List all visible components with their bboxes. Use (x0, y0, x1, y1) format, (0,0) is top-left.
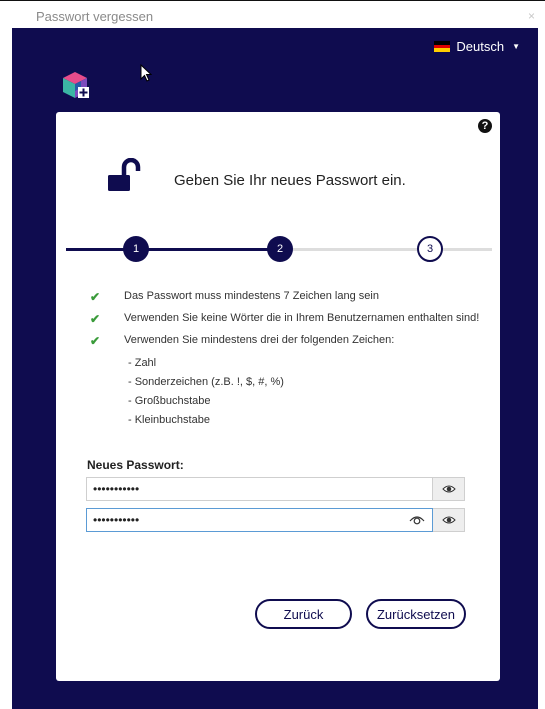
window-title: Passwort vergessen (36, 9, 154, 24)
char-type-item: - Zahl (128, 357, 157, 369)
close-icon[interactable]: × (528, 9, 535, 23)
requirement-text: Das Passwort muss mindestens 7 Zeichen l… (124, 290, 379, 302)
reveal-eye-icon[interactable] (409, 513, 425, 525)
step-3: 3 (417, 236, 443, 262)
char-type-item: - Großbuchstabe (128, 395, 211, 407)
chevron-down-icon: ▼ (512, 42, 520, 51)
lock-open-icon (108, 158, 141, 191)
language-selector[interactable]: Deutsch ▼ (434, 39, 520, 54)
requirement-item: ✔ Verwenden Sie keine Wörter die in Ihre… (90, 310, 480, 327)
check-icon: ✔ (90, 290, 101, 304)
check-icon: ✔ (90, 334, 101, 348)
char-type-item: - Sonderzeichen (z.B. !, $, #, %) (128, 376, 284, 388)
language-label: Deutsch (456, 39, 505, 54)
requirement-item: ✔ Das Passwort muss mindestens 7 Zeichen… (90, 288, 480, 305)
app-background: Deutsch ▼ ? Geben Sie Ihr neues Passwort… (12, 28, 538, 709)
eye-icon (441, 516, 456, 524)
reset-button[interactable]: Zurücksetzen (366, 599, 466, 629)
help-icon[interactable]: ? (478, 119, 492, 133)
eye-icon (441, 485, 456, 493)
confirm-password-field[interactable] (86, 508, 433, 532)
german-flag-icon (434, 41, 451, 53)
page-heading: Geben Sie Ihr neues Passwort ein. (174, 172, 406, 189)
back-button[interactable]: Zurück (255, 599, 352, 629)
title-bar: Passwort vergessen × (0, 0, 545, 28)
cursor-icon (140, 64, 152, 82)
show-confirm-button[interactable] (433, 508, 465, 532)
stepper-remaining-line (280, 248, 492, 251)
requirement-text: Verwenden Sie mindestens drei der folgen… (124, 334, 395, 346)
stepper-progress-line (66, 248, 280, 251)
step-2: 2 (267, 236, 293, 262)
show-password-button[interactable] (433, 477, 465, 501)
progress-stepper: 1 2 3 (66, 234, 492, 264)
confirm-password-row (86, 508, 465, 532)
new-password-label: Neues Passwort: (87, 458, 184, 472)
char-type-item: - Kleinbuchstabe (128, 414, 210, 426)
check-icon: ✔ (90, 312, 101, 326)
new-password-field[interactable] (86, 477, 433, 501)
password-requirements: ✔ Das Passwort muss mindestens 7 Zeichen… (90, 288, 480, 430)
reset-card: ? Geben Sie Ihr neues Passwort ein. 1 2 … (56, 112, 500, 681)
step-1: 1 (123, 236, 149, 262)
requirement-item: ✔ Verwenden Sie mindestens drei der folg… (90, 332, 480, 349)
new-password-row (86, 477, 465, 501)
app-logo-icon (63, 72, 89, 98)
requirement-text: Verwenden Sie keine Wörter die in Ihrem … (124, 312, 480, 324)
